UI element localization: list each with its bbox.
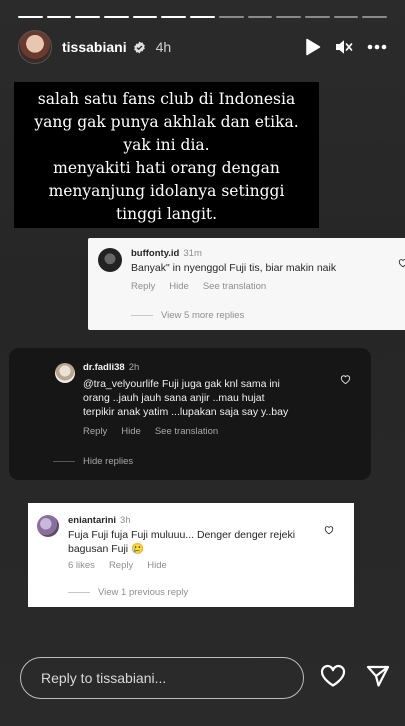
- view-previous-label: View 1 previous reply: [98, 587, 189, 598]
- reply-link[interactable]: Reply: [109, 560, 133, 571]
- view-more-replies[interactable]: View 5 more replies: [131, 310, 244, 321]
- reply-input[interactable]: Reply to tissabiani...: [20, 657, 304, 699]
- caption-line: menyakiti hati orang dengan: [53, 159, 280, 177]
- caption-line: tinggi langit.: [115, 205, 218, 223]
- heart-icon[interactable]: [398, 258, 405, 268]
- comment-username-text: eniantarini: [68, 515, 117, 526]
- comment-text-line: Fuja Fuji fuja Fuji muluuu... Denger den…: [68, 529, 296, 541]
- view-more-label: View 5 more replies: [161, 310, 245, 321]
- comment-actions: 6 likes Reply Hide: [68, 560, 167, 571]
- comment-text-line: @tra_velyourlife Fuji juga gak knl sama …: [83, 378, 280, 390]
- progress-segment: [247, 16, 273, 18]
- see-translation-link[interactable]: See translation: [203, 281, 266, 292]
- hide-link[interactable]: Hide: [121, 426, 141, 437]
- progress-segment: [333, 16, 359, 18]
- comment-screenshot-3: eniantarini 3h Fuja Fuji fuja Fuji muluuu…: [28, 503, 354, 607]
- comment-time: 3h: [120, 515, 131, 526]
- caption-line: menyanjung idolanya setinggi: [48, 182, 285, 200]
- avatar: [55, 363, 75, 383]
- verified-badge-icon: [133, 41, 146, 54]
- comment-username: buffonty.id 31m: [131, 248, 202, 259]
- comment-actions: Reply Hide See translation: [83, 426, 218, 437]
- divider: [68, 592, 90, 593]
- hide-replies[interactable]: Hide replies: [53, 456, 133, 467]
- story-username[interactable]: tissabiani: [62, 39, 127, 55]
- play-icon[interactable]: [305, 38, 321, 56]
- view-previous-reply[interactable]: View 1 previous reply: [68, 587, 188, 598]
- caption-line: yak ini dia.: [123, 136, 210, 154]
- hide-link[interactable]: Hide: [169, 281, 189, 292]
- see-translation-link[interactable]: See translation: [155, 426, 218, 437]
- heart-icon[interactable]: [340, 374, 351, 385]
- story-header: tissabiani 4h: [18, 30, 387, 64]
- divider: [53, 461, 75, 462]
- hide-link[interactable]: Hide: [147, 560, 167, 571]
- heart-icon[interactable]: [320, 664, 346, 693]
- progress-segment: [190, 16, 215, 18]
- send-icon[interactable]: [366, 664, 390, 693]
- progress-segment: [46, 16, 72, 18]
- avatar[interactable]: [18, 30, 52, 64]
- story-viewer: tissabiani 4h salah satu fans club di In…: [0, 0, 405, 726]
- comment-username: dr.fadli38 2h: [83, 362, 139, 373]
- comment-text-line: orang ..jauh jauh sana anjir ..mau hujat: [83, 392, 265, 404]
- progress-segment: [132, 16, 158, 18]
- progress-segment: [218, 16, 244, 18]
- avatar: [98, 248, 122, 272]
- caption-line: yang gak punya akhlak dan etika.: [34, 113, 299, 131]
- story-progress: [18, 16, 387, 18]
- story-footer-actions: [320, 664, 390, 693]
- progress-segment: [161, 16, 187, 18]
- progress-segment: [304, 16, 330, 18]
- more-icon[interactable]: [367, 44, 387, 50]
- reply-link[interactable]: Reply: [131, 281, 155, 292]
- comment-actions: Reply Hide See translation: [131, 281, 266, 292]
- likes-count[interactable]: 6 likes: [68, 560, 95, 571]
- comment-time: 31m: [183, 248, 202, 259]
- story-time: 4h: [155, 39, 172, 55]
- comment-username: eniantarini 3h: [68, 515, 131, 526]
- avatar: [37, 515, 59, 537]
- comment-text: Banyak" in nyenggol Fuji tis, biar makin…: [131, 262, 337, 274]
- caption-line: salah satu fans club di Indonesia: [37, 90, 296, 108]
- progress-segment: [362, 16, 387, 18]
- comment-screenshot-2: dr.fadli38 2h @tra_velyourlife Fuji juga …: [9, 348, 371, 480]
- comment-screenshot-1: buffonty.id 31m Banyak" in nyenggol Fuji …: [88, 238, 405, 330]
- mute-icon[interactable]: [335, 39, 353, 55]
- reply-link[interactable]: Reply: [83, 426, 107, 437]
- story-caption: salah satu fans club di Indonesia yang g…: [14, 82, 319, 228]
- progress-segment: [104, 16, 129, 18]
- hide-replies-label: Hide replies: [83, 456, 134, 467]
- heart-icon[interactable]: [324, 525, 334, 535]
- comment-text-line: terpikir anak yatim ...lupakan saja say …: [83, 406, 289, 418]
- comment-time: 2h: [128, 362, 140, 373]
- progress-segment: [276, 16, 301, 18]
- comment-username-text: dr.fadli38: [83, 362, 125, 373]
- divider: [131, 315, 153, 316]
- progress-segment: [18, 16, 43, 18]
- comment-username-text: buffonty.id: [131, 248, 180, 259]
- comment-text-line: bagusan Fuji 🥲: [68, 543, 145, 555]
- progress-segment: [75, 16, 101, 18]
